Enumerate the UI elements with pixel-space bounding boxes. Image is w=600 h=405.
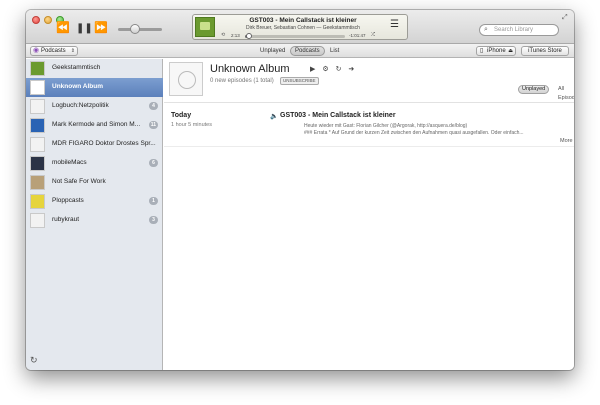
sidebar-item-ploppcasts[interactable]: Ploppcasts 1: [26, 192, 163, 211]
close-window-button[interactable]: [32, 16, 40, 24]
device-button[interactable]: ▯ iPhone ⏏: [476, 46, 516, 56]
sidebar-item-label: Not Safe For Work: [52, 178, 106, 185]
podcast-artwork: [30, 213, 45, 228]
tab-unplayed[interactable]: Unplayed: [256, 46, 289, 56]
sidebar-item-label: MDR FIGARO Doktor Drostes Spr...: [52, 140, 156, 147]
podcast-artwork: [30, 137, 45, 152]
album-title: Unknown Album: [210, 63, 290, 75]
podcast-icon: ◉: [33, 47, 40, 54]
refresh-icon[interactable]: ↻: [30, 355, 38, 366]
up-next-icon[interactable]: ☰: [390, 19, 399, 30]
itunes-store-button[interactable]: iTunes Store: [521, 46, 569, 56]
unplayed-count-badge: 6: [149, 159, 158, 167]
play-icon[interactable]: ▶: [310, 66, 315, 73]
podcast-artwork: [30, 80, 45, 95]
sidebar-item-label: Mark Kermode and Simon M...: [52, 121, 141, 128]
sidebar-item-not-safe-for-work[interactable]: Not Safe For Work: [26, 173, 163, 192]
media-kind-label: Podcasts: [41, 48, 66, 54]
remaining-time: -1:01:47: [349, 33, 366, 38]
filter-all-episodes[interactable]: All Episodes: [555, 85, 574, 101]
forward-icon[interactable]: ⏩: [94, 23, 108, 34]
now-playing-artwork: [195, 17, 215, 37]
album-artwork: [169, 62, 203, 96]
device-label: iPhone: [487, 48, 506, 54]
eject-icon[interactable]: ⏏: [508, 47, 513, 55]
podcast-artwork: [30, 118, 45, 133]
sidebar-item-label: mobileMacs: [52, 159, 87, 166]
elapsed-time: 2:13: [231, 33, 240, 38]
unplayed-count-badge: 3: [149, 216, 158, 224]
sidebar-item-label: Logbuch:Netzpolitik: [52, 102, 109, 109]
podcast-artwork: [30, 61, 45, 76]
podcast-artwork: [30, 156, 45, 171]
sidebar-item-logbuch-netzpolitik[interactable]: Logbuch:Netzpolitik 4: [26, 97, 163, 116]
progress-knob[interactable]: [245, 32, 252, 39]
sidebar-item-unknown-album[interactable]: Unknown Album: [26, 78, 163, 97]
album-actions: ▶ ⚙ ↻ ➜: [310, 65, 359, 73]
search-placeholder: Search Library: [494, 27, 534, 33]
phone-icon: ▯: [480, 48, 484, 54]
podcast-detail: Unknown Album ▶ ⚙ ↻ ➜ 0 new episodes (1 …: [164, 59, 574, 370]
speaker-icon: 🔈: [270, 113, 279, 120]
unplayed-count-badge: 11: [148, 121, 158, 129]
sidebar-item-label: Unknown Album: [52, 83, 104, 90]
sidebar-item-label: Geekstammtisch: [52, 64, 101, 71]
info-icon[interactable]: ➜: [348, 66, 354, 73]
sidebar-item-mark-kermode[interactable]: Mark Kermode and Simon M... 11: [26, 116, 163, 135]
divider: [164, 102, 574, 103]
pause-icon[interactable]: ❚❚: [76, 23, 93, 34]
unplayed-count-badge: 4: [149, 102, 158, 110]
unplayed-count-badge: 1: [149, 197, 158, 205]
now-playing-title: GST003 - Mein Callstack ist kleiner: [249, 17, 357, 24]
sidebar-item-label: rubykraut: [52, 216, 80, 223]
sidebar-item-geekstammtisch[interactable]: Geekstammtisch: [26, 59, 163, 78]
minimize-window-button[interactable]: [44, 16, 52, 24]
sidebar-item-rubykraut[interactable]: rubykraut 3: [26, 211, 163, 230]
media-kind-select[interactable]: ◉ Podcasts ⇕: [30, 46, 78, 56]
loop-icon[interactable]: ⟲: [221, 32, 225, 38]
divider: [164, 146, 574, 147]
podcast-artwork: [30, 175, 45, 190]
episode-count: 0 new episodes (1 total): [210, 78, 274, 84]
filter-unplayed[interactable]: Unplayed: [518, 85, 550, 94]
sidebar: Geekstammtisch Unknown Album Logbuch:Net…: [26, 59, 163, 370]
gear-icon[interactable]: ⚙: [322, 66, 328, 73]
sidebar-item-mdr-figaro[interactable]: MDR FIGARO Doktor Drostes Spr...: [26, 135, 163, 154]
unsubscribe-button[interactable]: UNSUBSCRIBE: [280, 77, 319, 85]
podcast-artwork: [30, 99, 45, 114]
volume-slider-knob[interactable]: [130, 24, 140, 34]
fullscreen-icon[interactable]: ⤢: [562, 14, 568, 22]
episode-group-duration: 1 hour 5 minutes: [171, 122, 212, 128]
tab-podcasts[interactable]: Podcasts: [290, 46, 325, 56]
navigation-bar: ◉ Podcasts ⇕ Unplayed Podcasts List ▯ iP…: [26, 44, 574, 58]
player-bar: ⏪ ❚❚ ⏩ GST003 - Mein Callstack ist klein…: [26, 10, 574, 44]
episode-description-line-2: ### Errata * Auf Grund der kurzen Zeit z…: [304, 130, 524, 136]
episode-title[interactable]: GST003 - Mein Callstack ist kleiner: [280, 112, 396, 119]
itunes-window: ⏪ ❚❚ ⏩ GST003 - Mein Callstack ist klein…: [26, 10, 574, 370]
progress-track[interactable]: [245, 32, 345, 39]
sidebar-item-mobilemacs[interactable]: mobileMacs 6: [26, 154, 163, 173]
search-input[interactable]: ⌕ Search Library: [479, 24, 559, 36]
now-playing-display: GST003 - Mein Callstack ist kleiner Dirk…: [192, 14, 408, 40]
search-icon: ⌕: [484, 26, 488, 33]
tab-list[interactable]: List: [326, 46, 343, 56]
select-arrows-icon: ⇕: [70, 48, 75, 54]
rewind-icon[interactable]: ⏪: [56, 23, 70, 34]
now-playing-artist: Dirk Breuer, Sebastian Cohnen — Geekstam…: [246, 25, 360, 31]
sidebar-item-label: Ploppcasts: [52, 197, 84, 204]
podcast-artwork: [30, 194, 45, 209]
shuffle-icon[interactable]: ⤮: [371, 32, 375, 38]
episode-group-title: Today: [171, 112, 192, 119]
more-link[interactable]: More: [560, 138, 573, 144]
volume-slider-track[interactable]: [118, 28, 162, 31]
episode-description-line-1: Heute wieder mit Gast: Florian Gilcher (…: [304, 123, 468, 129]
reload-icon[interactable]: ↻: [336, 66, 342, 73]
